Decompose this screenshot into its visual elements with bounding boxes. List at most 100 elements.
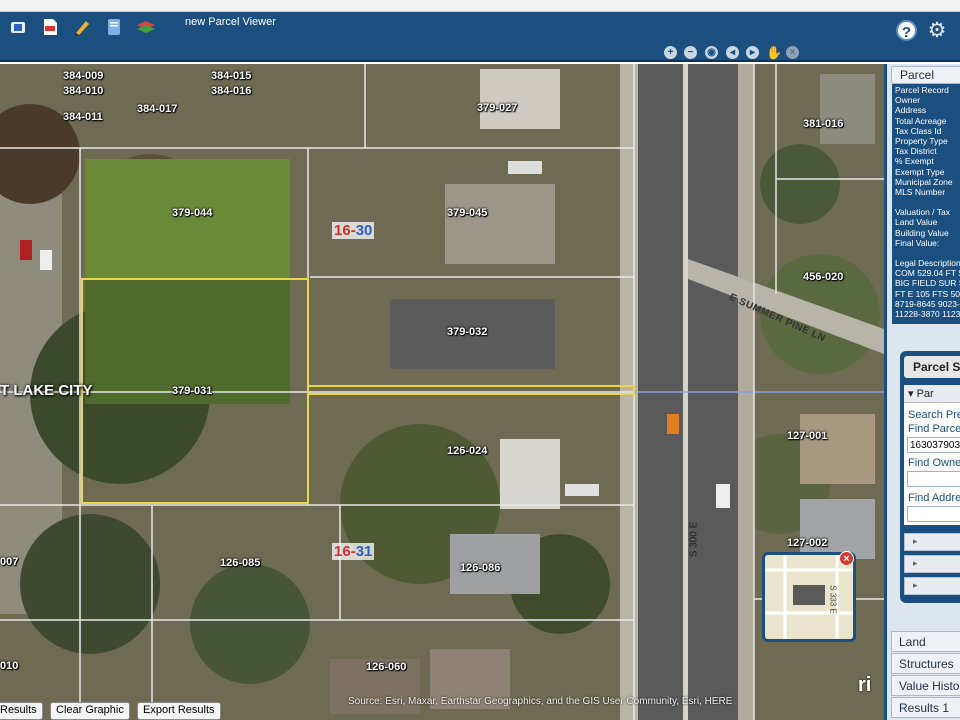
tab-structures[interactable]: Structures (891, 653, 960, 674)
collapsed-section[interactable]: ▸ (904, 555, 960, 573)
layers-icon[interactable] (136, 17, 156, 37)
browser-top-strip (0, 0, 960, 12)
parcel-fields-list: Parcel Record Owner Address Total Acreag… (892, 84, 960, 324)
full-extent-icon[interactable]: ◉ (705, 46, 718, 59)
toolbox-icon[interactable] (8, 17, 28, 37)
parcel-label[interactable]: 126-024 (447, 445, 487, 457)
parcel-label[interactable]: 384-010 (63, 85, 103, 97)
field-label: FT E 105 FTS 50 (895, 288, 960, 299)
parcel-label[interactable]: 127-001 (787, 430, 827, 442)
field-label: Property Type (895, 136, 948, 147)
overview-map[interactable]: S 333 E (762, 552, 856, 642)
collapsed-section[interactable]: ▸ (904, 577, 960, 595)
parcel-label[interactable]: 126-085 (220, 557, 260, 569)
search-prefix-label: Search Pre (908, 409, 960, 421)
aerial-imagery (0, 64, 884, 720)
results-button[interactable]: Results (0, 702, 43, 720)
parcel-label[interactable]: 384-011 (63, 111, 103, 123)
app-header: new Parcel Viewer + − ◉ ◂ ▸ ✋ × ? ⚙ (0, 12, 960, 62)
field-label: Address (895, 105, 927, 116)
parcel-label[interactable]: 127-002 (787, 537, 827, 549)
app-title: new Parcel Viewer (185, 16, 276, 28)
previous-extent-icon[interactable]: ◂ (726, 46, 739, 59)
find-owner-label: Find Owne (908, 457, 960, 469)
parcel-label[interactable]: 456-020 (803, 271, 843, 283)
parcel-label[interactable]: 379-027 (477, 102, 517, 114)
field-label: Land Value (895, 217, 938, 228)
find-parcel-label: Find Parcel (908, 423, 960, 435)
pan-icon[interactable]: ✋ (766, 46, 782, 59)
find-parcel-input[interactable] (907, 437, 960, 453)
city-label: T LAKE CITY (0, 382, 93, 399)
parcel-search-widget: Parcel S ▾ Par Search Pre Find Parcel Fi… (900, 351, 960, 603)
field-label: 8719-8645 9023- (895, 298, 960, 309)
parcel-search-title[interactable]: Parcel S (904, 356, 960, 378)
parcel-label[interactable]: 384-016 (211, 85, 251, 97)
field-label: Total Acreage (895, 115, 947, 126)
zoom-in-icon[interactable]: + (664, 46, 677, 59)
field-label: 11228-3870 1123 (895, 309, 960, 320)
panel-header-label: Par (916, 388, 934, 400)
parcel-viewer-app: new Parcel Viewer + − ◉ ◂ ▸ ✋ × ? ⚙ 384-… (0, 0, 960, 720)
parcel-label[interactable]: 007 (0, 556, 18, 568)
field-label: Building Value (895, 227, 949, 238)
caret-right-icon: ▸ (913, 558, 918, 568)
pdf-icon[interactable] (40, 17, 60, 37)
find-address-label: Find Addre (908, 492, 960, 504)
field-label: COM 529.04 FT S (895, 268, 960, 279)
field-label: Exempt Type (895, 166, 945, 177)
sidebar: Parcel Parcel Record Owner Address Total… (884, 64, 960, 720)
grid-label: 16-30 (332, 222, 375, 239)
field-label: Valuation / Tax (895, 207, 950, 218)
esri-logo: ri (858, 674, 872, 696)
collapsed-section[interactable]: ▸ (904, 533, 960, 551)
pencil-icon[interactable] (72, 17, 92, 37)
next-extent-icon[interactable]: ▸ (746, 46, 759, 59)
parcel-label[interactable]: 384-015 (211, 70, 251, 82)
parcel-label[interactable]: 384-009 (63, 70, 103, 82)
parcel-label[interactable]: 126-060 (366, 661, 406, 673)
overview-map-image (765, 555, 853, 639)
export-results-button[interactable]: Export Results (137, 702, 221, 720)
street-label: S 300 E (688, 521, 700, 558)
field-label: Legal Description (895, 258, 960, 269)
close-circle-icon[interactable]: × (786, 46, 799, 59)
field-label: Owner (895, 95, 921, 106)
help-icon[interactable]: ? (896, 20, 917, 41)
caret-right-icon: ▸ (913, 580, 918, 590)
parcel-label[interactable]: 126-086 (460, 562, 500, 574)
parcel-label[interactable]: 381-016 (803, 118, 843, 130)
field-label: Parcel Record (895, 85, 949, 95)
field-label: Final Value: (895, 237, 940, 248)
caret-down-icon: ▾ (908, 388, 917, 400)
parcel-label[interactable]: 379-031 (172, 385, 212, 397)
tab-land[interactable]: Land (891, 631, 960, 652)
parcel-label[interactable]: 379-045 (447, 207, 487, 219)
gear-icon[interactable]: ⚙ (926, 20, 948, 42)
map-view[interactable]: 384-009 384-010 384-011 384-015 384-016 … (0, 64, 884, 720)
overview-street-label: S 333 E (828, 585, 838, 614)
find-address-input[interactable] (907, 506, 960, 522)
parcel-label[interactable]: 379-032 (447, 326, 487, 338)
tab-value-history[interactable]: Value Histo (891, 675, 960, 696)
grid-label: 16-31 (332, 543, 375, 560)
zoom-out-icon[interactable]: − (684, 46, 697, 59)
field-label: BIG FIELD SUR S (895, 278, 960, 289)
overview-close-icon[interactable]: × (839, 551, 854, 566)
parcel-search-panel: ▾ Par Search Pre Find Parcel Find Owne F… (904, 385, 960, 525)
field-label: Municipal Zone (895, 176, 953, 187)
parcel-label[interactable]: 384-017 (137, 103, 177, 115)
map-attribution: Source: Esri, Maxar, Earthstar Geographi… (348, 696, 733, 707)
field-label (895, 197, 960, 207)
parcel-label[interactable]: 379-044 (172, 207, 212, 219)
find-owner-input[interactable] (907, 471, 960, 487)
document-icon[interactable] (104, 17, 124, 37)
field-label: Tax Class Id (895, 125, 942, 136)
field-label (895, 248, 960, 258)
sidebar-parcel-header[interactable]: Parcel (891, 66, 960, 84)
panel-header[interactable]: ▾ Par (904, 385, 960, 403)
tab-results[interactable]: Results 1 (891, 697, 960, 718)
caret-right-icon: ▸ (913, 536, 918, 546)
clear-graphic-button[interactable]: Clear Graphic (50, 702, 130, 720)
parcel-label[interactable]: 010 (0, 660, 18, 672)
